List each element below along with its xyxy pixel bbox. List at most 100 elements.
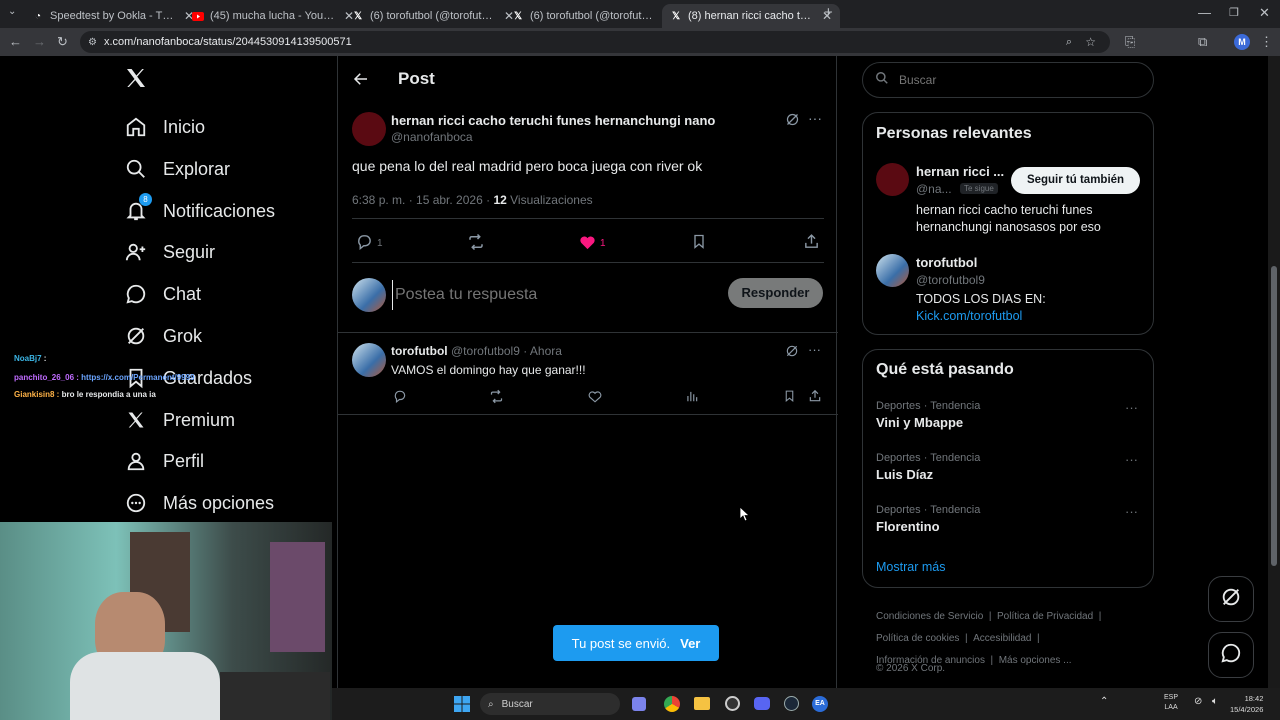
chrome-icon[interactable] — [664, 696, 680, 712]
follow-back-button[interactable]: Seguir tú también — [1011, 167, 1140, 194]
sidebar-item-mas-opciones[interactable]: Más opciones — [124, 483, 274, 523]
person-handle[interactable]: @torofutbol9 — [916, 273, 985, 287]
extensions-icon[interactable]: ⧉ — [1198, 28, 1207, 56]
ea-icon[interactable]: EA — [812, 696, 828, 712]
show-more-link[interactable]: Mostrar más — [876, 560, 945, 574]
trend-item[interactable]: Deportes · Tendencia Florentino — [876, 504, 980, 534]
scrollbar[interactable] — [1268, 56, 1280, 688]
volume-icon[interactable]: 🔈︎ — [1212, 696, 1218, 707]
sidebar-item-explorar[interactable]: Explorar — [124, 149, 230, 189]
browser-tab-1[interactable]: (45) mucha lucha - YouTube ✕ — [184, 4, 362, 28]
grok-float-button[interactable] — [1208, 576, 1254, 622]
person-handle[interactable]: @na... — [916, 182, 952, 196]
page-title: Post — [398, 69, 435, 88]
sidebar-item-perfil[interactable]: Perfil — [124, 441, 204, 481]
reply-input[interactable] — [392, 280, 692, 310]
grok-icon[interactable] — [785, 344, 799, 363]
avatar[interactable] — [352, 343, 386, 377]
reply-count: 1 — [377, 238, 383, 249]
bookmark-icon[interactable] — [783, 389, 796, 408]
more-icon[interactable]: ··· — [1125, 452, 1138, 467]
site-info-icon[interactable]: ⚙ — [88, 37, 97, 48]
reply-button[interactable]: Responder — [728, 278, 823, 308]
minimize-icon[interactable]: — — [1198, 0, 1211, 27]
taskbar-search[interactable]: ⌕ Buscar — [480, 693, 620, 715]
browser-tab-strip: ⌄ ◔ Speedtest by Ookla - The Globa ✕ (45… — [0, 0, 1280, 28]
person-icon — [124, 449, 148, 473]
search-box[interactable] — [862, 62, 1154, 98]
windows-start-icon[interactable] — [454, 696, 470, 717]
browser-tab-3[interactable]: 𝕏 (6) torofutbol (@torofutbol9) / ✕ — [504, 4, 682, 28]
browser-tab-0[interactable]: ◔ Speedtest by Ookla - The Globa ✕ — [24, 4, 202, 28]
avatar[interactable] — [876, 254, 909, 287]
share-icon[interactable] — [808, 389, 822, 408]
reply-icon[interactable] — [356, 233, 373, 255]
reply-icon[interactable] — [393, 389, 407, 408]
card-title: Personas relevantes — [876, 125, 1032, 142]
avatar[interactable] — [352, 278, 386, 312]
toast-view-link[interactable]: Ver — [680, 636, 700, 651]
teams-icon[interactable] — [632, 697, 646, 711]
trend-item[interactable]: Deportes · Tendencia Luis Díaz — [876, 452, 980, 482]
post-author-handle[interactable]: @nanofanboca — [391, 130, 473, 144]
home-icon — [124, 115, 148, 139]
messages-float-button[interactable] — [1208, 632, 1254, 678]
browser-menu-icon[interactable]: ⋮ — [1260, 28, 1273, 56]
clock[interactable]: 18:42 15/4/2026 — [1230, 693, 1263, 715]
language-indicator[interactable]: ESP LAA — [1164, 693, 1178, 713]
bio-link[interactable]: Kick.com/torofutbol — [916, 309, 1022, 323]
maximize-icon[interactable]: ❐ — [1229, 0, 1239, 27]
repost-icon[interactable] — [489, 389, 504, 409]
share-icon[interactable] — [803, 233, 820, 255]
close-window-icon[interactable]: ✕ — [1259, 0, 1270, 27]
browser-tab-2[interactable]: 𝕏 (6) torofutbol (@torofutbol9) / ✕ — [344, 4, 522, 28]
reload-icon[interactable]: ↻ — [57, 28, 68, 56]
browser-tab-4[interactable]: 𝕏 (8) hernan ricci cacho teruchi fu ✕ — [662, 4, 840, 28]
back-icon[interactable]: ← — [9, 28, 22, 56]
views-icon[interactable] — [685, 389, 699, 408]
sidebar-item-chat[interactable]: Chat — [124, 274, 201, 314]
back-arrow-icon[interactable] — [352, 70, 370, 93]
more-icon[interactable]: ··· — [808, 110, 822, 126]
heart-icon[interactable] — [588, 390, 602, 408]
bookmark-icon[interactable] — [691, 233, 707, 255]
x-logo-icon[interactable] — [124, 66, 150, 96]
discord-icon[interactable] — [754, 697, 770, 710]
repost-icon[interactable] — [467, 233, 485, 256]
sidebar-item-premium[interactable]: Premium — [124, 400, 235, 440]
person-name[interactable]: hernan ricci ... — [916, 164, 1004, 179]
avatar[interactable] — [876, 163, 909, 196]
trend-item[interactable]: Deportes · Tendencia Vini y Mbappe — [876, 400, 980, 430]
post-author-name[interactable]: hernan ricci cacho teruchi funes hernanc… — [391, 113, 715, 128]
install-icon[interactable]: ⎘ — [1125, 28, 1135, 56]
steam-icon[interactable] — [784, 696, 799, 711]
obs-icon[interactable] — [725, 696, 740, 711]
search-input[interactable] — [897, 72, 1137, 88]
x-icon: 𝕏 — [353, 10, 363, 22]
network-icon[interactable]: ⊘ — [1194, 696, 1202, 707]
webcam-overlay — [0, 522, 332, 720]
person-name[interactable]: torofutbol — [916, 255, 977, 270]
scrollbar-thumb[interactable] — [1271, 266, 1277, 566]
windows-taskbar: ⌕ Buscar EA ⌃ ESP LAA ⊘ 🔈︎ 18:42 15/4/2026 — [332, 688, 1280, 720]
more-icon[interactable]: ··· — [808, 342, 821, 357]
more-icon[interactable]: ··· — [1125, 400, 1138, 415]
heart-icon[interactable] — [579, 234, 596, 255]
sidebar-item-notificaciones[interactable]: 8 Notificaciones — [124, 191, 275, 231]
new-tab-icon[interactable]: + — [824, 0, 833, 27]
x-icon: 𝕏 — [513, 10, 523, 22]
url-bar[interactable]: ⚙ x.com/nanofanboca/status/2044530914139… — [80, 31, 1110, 53]
file-explorer-icon[interactable] — [694, 697, 710, 710]
more-icon[interactable]: ··· — [1125, 504, 1138, 519]
star-icon[interactable]: ☆ — [1085, 35, 1096, 49]
sidebar-item-seguir[interactable]: Seguir — [124, 232, 215, 272]
zoom-icon[interactable]: ⌕ — [1066, 36, 1072, 49]
tray-chevron-icon[interactable]: ⌃ — [1100, 696, 1108, 707]
forward-icon[interactable]: → — [33, 28, 46, 56]
search-icon — [124, 157, 148, 181]
grok-icon[interactable] — [785, 112, 800, 132]
sidebar-item-inicio[interactable]: Inicio — [124, 107, 205, 147]
avatar[interactable] — [352, 112, 386, 146]
tab-search-icon[interactable]: ⌄ — [8, 0, 16, 26]
profile-avatar[interactable]: M — [1234, 34, 1250, 50]
